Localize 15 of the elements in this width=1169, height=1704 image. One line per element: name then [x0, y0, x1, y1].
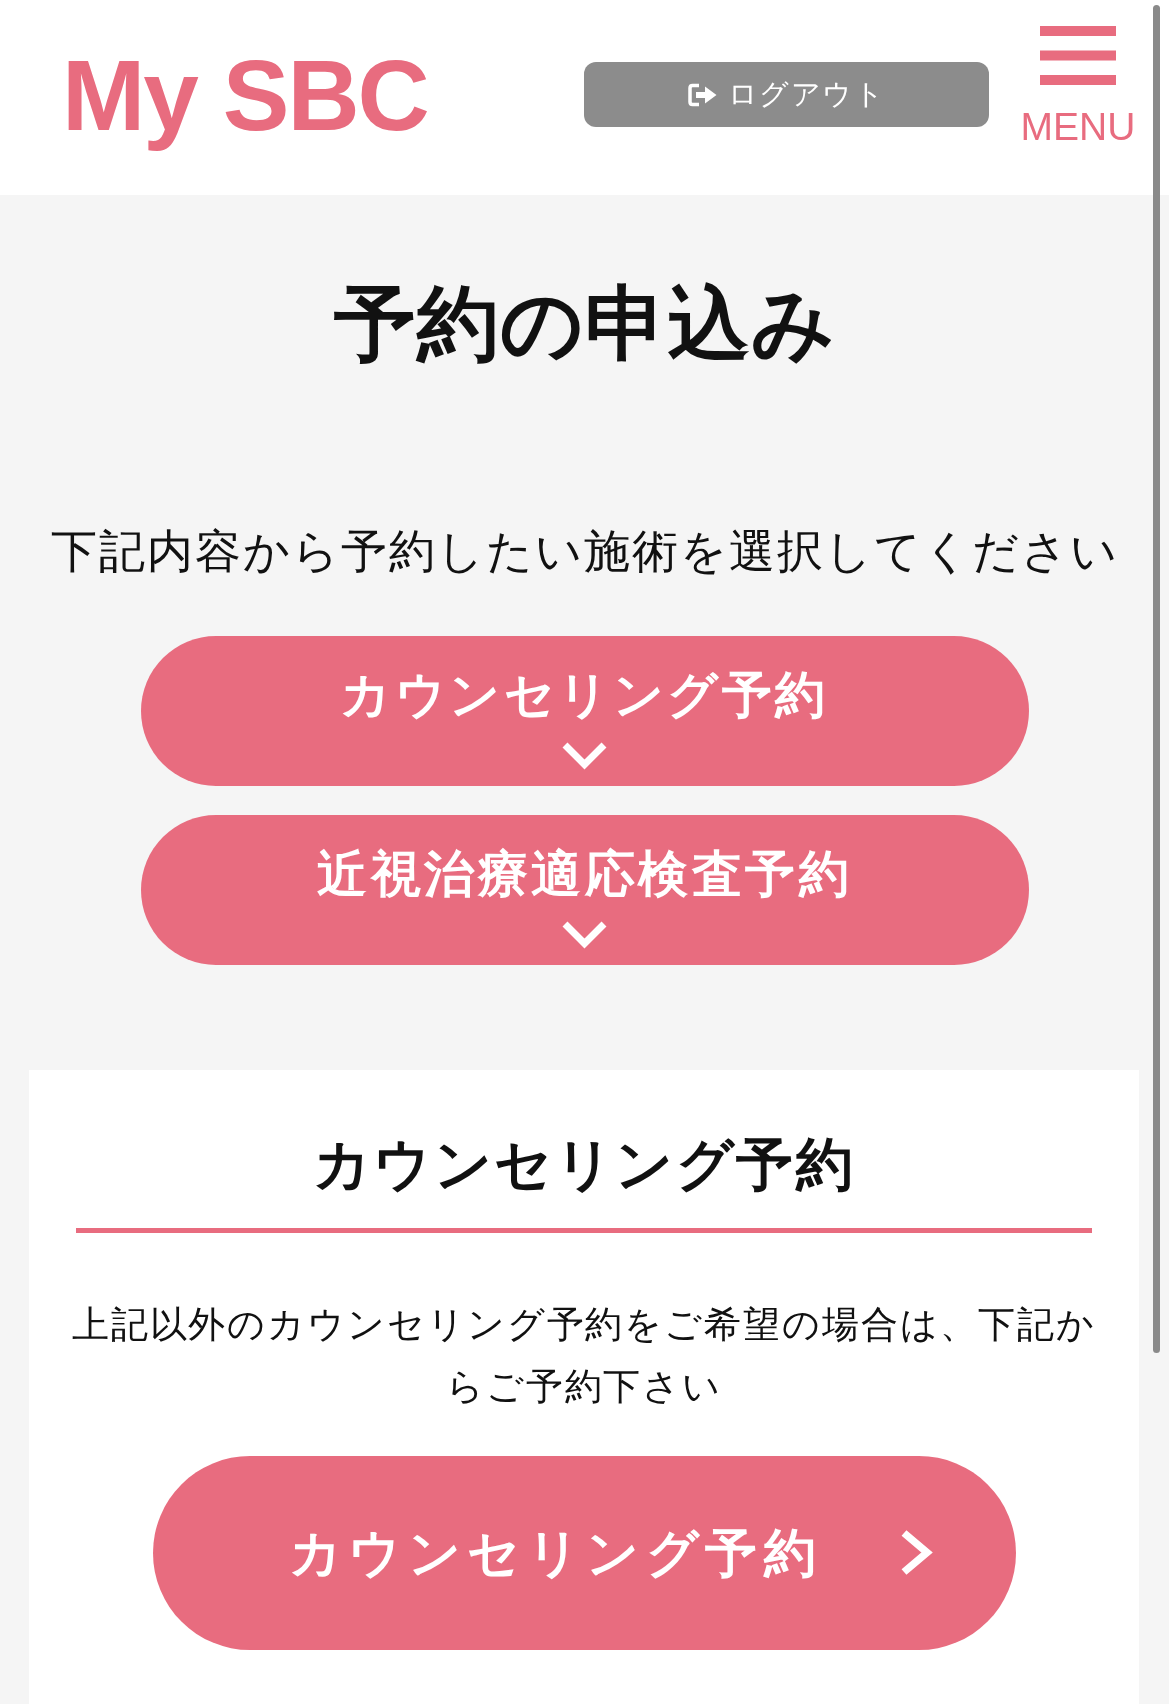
- chevron-right-icon: [899, 1529, 933, 1577]
- reservation-option-button[interactable]: カウンセリング予約: [140, 636, 1029, 786]
- instruction-text: 下記内容から予約したい施術を選択してください: [50, 525, 1119, 580]
- logout-button[interactable]: ログアウト: [584, 62, 989, 127]
- logout-icon: [687, 82, 718, 107]
- reservation-option-button[interactable]: 近視治療適応検査予約: [140, 815, 1029, 965]
- menu-icon: [1040, 26, 1116, 85]
- page-title: 予約の申込み: [333, 275, 836, 373]
- section-heading: カウンセリング予約: [312, 1130, 856, 1198]
- chevron-down-icon: [561, 920, 608, 949]
- section-description: 上記以外のカウンセリング予約をご希望の場合は、下記からご予約下さい: [70, 1302, 1098, 1410]
- site-logo[interactable]: My SBC: [62, 35, 428, 155]
- counseling-reservation-button[interactable]: カウンセリング予約: [152, 1456, 1016, 1650]
- chevron-down-icon: [561, 741, 608, 770]
- menu-button[interactable]: MENU: [1020, 26, 1136, 146]
